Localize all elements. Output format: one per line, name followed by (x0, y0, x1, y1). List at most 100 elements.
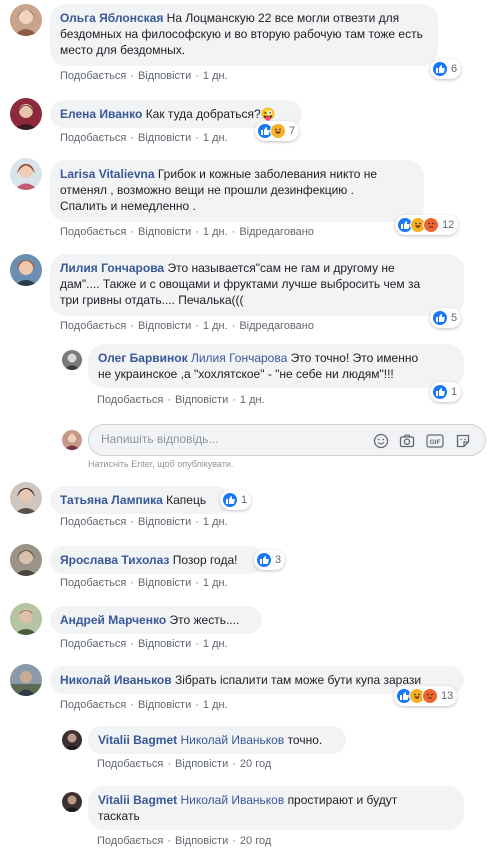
timestamp[interactable]: 1 дн. (203, 577, 228, 589)
edited-label[interactable]: Відредаговано (239, 320, 314, 332)
avatar[interactable] (10, 482, 42, 514)
comment-text: простирают и будут (287, 793, 398, 807)
avatar[interactable] (10, 603, 42, 635)
comment-bubble: Ярослава Тихолаз Позор года! (50, 546, 264, 574)
comment-text: таскать (98, 809, 140, 823)
comment-bubble: Vitalii Bagmet Николай Иваньков простира… (88, 786, 464, 830)
mention-link[interactable]: Николай Иваньков (180, 793, 284, 807)
comment-author[interactable]: Larisa Vitalievna (60, 167, 155, 181)
comment-text: Это точно! Это именно (290, 351, 419, 365)
comment-actions: Подобається · Відповісти · 20 год (97, 835, 272, 847)
reply-link[interactable]: Відповісти (138, 638, 191, 650)
camera-icon[interactable] (397, 431, 417, 451)
reaction-count: 1 (241, 494, 248, 506)
avatar[interactable] (10, 254, 42, 286)
sticker-icon[interactable] (453, 431, 473, 451)
reaction-summary[interactable]: 3 (254, 550, 286, 570)
like-reaction-icon (432, 384, 448, 400)
comment-text: Как туда добраться?😜 (145, 107, 276, 121)
comment-actions: Подобається · Відповісти · 1 дн. (60, 699, 228, 711)
reply-link[interactable]: Відповісти (138, 516, 191, 528)
comment-author[interactable]: Елена Иванко (60, 107, 142, 121)
avatar[interactable] (10, 98, 42, 130)
reply-link[interactable]: Відповісти (175, 835, 228, 847)
comment-author[interactable]: Олег Барвинок (98, 351, 188, 365)
reply-link[interactable]: Відповісти (138, 132, 191, 144)
comment-author[interactable]: Ярослава Тихолаз (60, 553, 169, 567)
comment-bubble: Ольга Яблонская На Лоцманскую 22 все мог… (50, 4, 438, 66)
like-link[interactable]: Подобається (60, 320, 126, 332)
timestamp[interactable]: 1 дн. (203, 516, 228, 528)
comment-actions: Подобається · Відповісти · 20 год (97, 758, 272, 770)
reply-link[interactable]: Відповісти (175, 758, 228, 770)
reply-input[interactable] (101, 432, 361, 446)
timestamp[interactable]: 1 дн. (203, 226, 228, 238)
like-link[interactable]: Подобається (60, 699, 126, 711)
comment-text: не украинское ,а "хохлятское" - "не себе… (98, 367, 394, 381)
avatar[interactable] (10, 158, 42, 190)
comment-actions: Подобається · Відповісти · 1 дн. (60, 516, 228, 528)
comment-text: Зібрать іспалити там може бути купа зара… (174, 673, 422, 687)
reaction-count: 1 (451, 386, 458, 398)
angry-reaction-icon (423, 217, 439, 233)
like-link[interactable]: Подобається (60, 132, 126, 144)
like-link[interactable]: Подобається (60, 516, 126, 528)
comment-author[interactable]: Лилия Гончарова (60, 261, 164, 275)
avatar[interactable] (10, 544, 42, 576)
like-link[interactable]: Подобається (60, 638, 126, 650)
timestamp[interactable]: 20 год (240, 835, 271, 847)
reaction-summary[interactable]: 6 (430, 59, 462, 79)
mention-link[interactable]: Лилия Гончарова (191, 351, 287, 365)
reply-link[interactable]: Відповісти (138, 577, 191, 589)
comment-bubble: Татьяна Лампика Капець (50, 486, 230, 514)
comment-author[interactable]: Татьяна Лампика (60, 493, 163, 507)
like-link[interactable]: Подобається (60, 577, 126, 589)
reaction-summary[interactable]: 1 (220, 490, 252, 510)
mention-link[interactable]: Николай Иваньков (180, 733, 284, 747)
timestamp[interactable]: 1 дн. (240, 394, 265, 406)
composer-hint: Натисніть Enter, щоб опублікувати. (88, 459, 234, 469)
reply-link[interactable]: Відповісти (138, 699, 191, 711)
comment-text: Это называется"сам не гам и другому не (167, 261, 395, 275)
reaction-summary[interactable]: 7 (255, 121, 300, 141)
gif-icon[interactable]: GIF (425, 431, 445, 451)
emoji-icon[interactable] (371, 431, 391, 451)
like-link[interactable]: Подобається (60, 226, 126, 238)
avatar[interactable] (62, 792, 82, 812)
comment-bubble: Vitalii Bagmet Николай Иваньков точно. (88, 726, 346, 754)
timestamp[interactable]: 20 год (240, 758, 271, 770)
timestamp[interactable]: 1 дн. (203, 699, 228, 711)
like-link[interactable]: Подобається (60, 70, 126, 82)
comment-actions: Подобається · Відповісти · 1 дн. (60, 638, 228, 650)
like-link[interactable]: Подобається (97, 758, 163, 770)
timestamp[interactable]: 1 дн. (203, 638, 228, 650)
reaction-count: 3 (275, 554, 282, 566)
reaction-summary[interactable]: 12 (395, 215, 459, 235)
avatar[interactable] (10, 4, 42, 36)
avatar[interactable] (10, 664, 42, 696)
reaction-summary[interactable]: 13 (394, 686, 458, 706)
comment-author[interactable]: Ольга Яблонская (60, 11, 163, 25)
reply-link[interactable]: Відповісти (138, 70, 191, 82)
reaction-summary[interactable]: 1 (430, 382, 462, 402)
comment-text: Спалить и немедленно . (60, 199, 196, 213)
comment-author[interactable]: Vitalii Bagmet (98, 733, 177, 747)
reply-link[interactable]: Відповісти (138, 320, 191, 332)
comment-author[interactable]: Vitalii Bagmet (98, 793, 177, 807)
like-link[interactable]: Подобається (97, 835, 163, 847)
reply-link[interactable]: Відповісти (175, 394, 228, 406)
angry-reaction-icon (422, 688, 438, 704)
like-link[interactable]: Подобається (97, 394, 163, 406)
timestamp[interactable]: 1 дн. (203, 132, 228, 144)
edited-label[interactable]: Відредаговано (239, 226, 314, 238)
comment-author[interactable]: Андрей Марченко (60, 613, 166, 627)
reply-link[interactable]: Відповісти (138, 226, 191, 238)
avatar[interactable] (62, 350, 82, 370)
reaction-summary[interactable]: 5 (430, 308, 462, 328)
timestamp[interactable]: 1 дн. (203, 70, 228, 82)
timestamp[interactable]: 1 дн. (203, 320, 228, 332)
current-user-avatar (62, 430, 82, 450)
comment-author[interactable]: Николай Иваньков (60, 673, 172, 687)
avatar[interactable] (62, 730, 82, 750)
comment-actions: Подобається · Відповісти · 1 дн. (60, 132, 228, 144)
